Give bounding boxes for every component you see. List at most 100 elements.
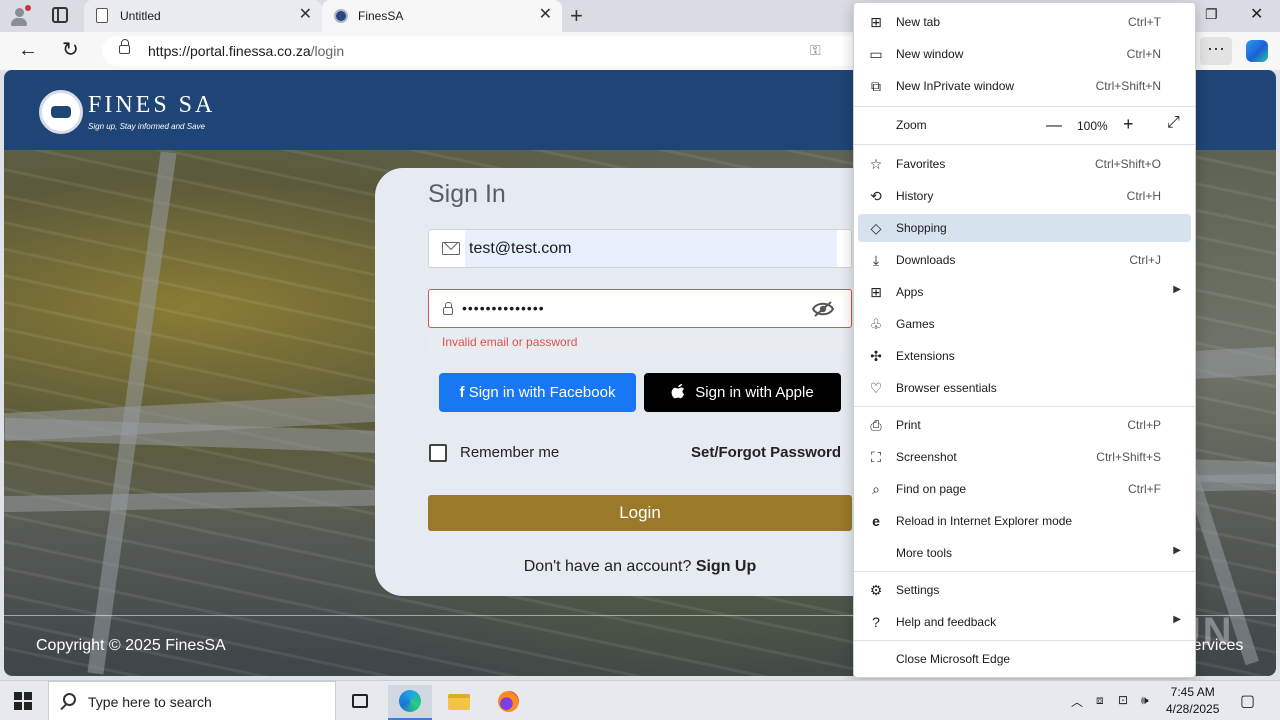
menu-item-label: Settings [896, 583, 940, 597]
menu-item-label: Help and feedback [896, 615, 997, 629]
menu-item-downloads[interactable]: ⤓ Downloads Ctrl+J [858, 246, 1191, 274]
menu-item-shortcut: Ctrl+H [1126, 189, 1161, 203]
set-forgot-password-link[interactable]: Set/Forgot Password [691, 444, 841, 461]
menu-separator [854, 144, 1195, 145]
close-tab-icon[interactable]: ✕ [299, 7, 312, 23]
menu-item-apps[interactable]: ⊞ Apps ▶ [858, 278, 1191, 306]
menu-item-find-on-page[interactable]: ⌕ Find on page Ctrl+F [858, 475, 1191, 503]
menu-item-print[interactable]: ⎙ Print Ctrl+P [858, 411, 1191, 439]
submenu-arrow-icon: ▶ [1173, 284, 1181, 295]
clock[interactable]: 7:45 AM 4/28/2025 [1166, 684, 1219, 718]
window-icon: ▭ [869, 46, 883, 62]
url-text[interactable]: https://portal.finessa.co.za/login [148, 43, 344, 59]
menu-item-favorites[interactable]: ☆ Favorites Ctrl+Shift+O [858, 150, 1191, 178]
network-icon[interactable]: ⊡ [1118, 693, 1128, 707]
menu-item-new-inprivate-window[interactable]: ⧉ New InPrivate window Ctrl+Shift+N [858, 72, 1191, 100]
menu-item-extensions[interactable]: ✣ Extensions [858, 342, 1191, 370]
menu-item-label: Extensions [896, 349, 955, 363]
login-error-message: Invalid email or password [442, 335, 578, 349]
apple-icon [671, 384, 685, 399]
taskbar-search-box[interactable]: Type here to search [48, 681, 336, 720]
menu-item-zoom: Zoom — 100% + ⤢ [858, 111, 1191, 139]
lock-icon[interactable] [119, 39, 130, 54]
finessa-seal-logo[interactable] [39, 90, 83, 134]
login-button[interactable]: Login [428, 495, 852, 531]
submenu-arrow-icon: ▶ [1173, 614, 1181, 625]
tab-untitled[interactable]: Untitled ✕ [84, 0, 322, 32]
menu-item-history[interactable]: ⟲ History Ctrl+H [858, 182, 1191, 210]
menu-item-screenshot[interactable]: ⛶ Screenshot Ctrl+Shift+S [858, 443, 1191, 471]
search-icon [63, 693, 76, 706]
menu-item-label: Print [896, 418, 921, 432]
menu-item-games[interactable]: ♧ Games [858, 310, 1191, 338]
menu-item-more-tools[interactable]: More tools ▶ [858, 539, 1191, 567]
file-explorer-icon[interactable] [437, 685, 481, 720]
site-tagline: Sign up, Stay informed and Save [88, 122, 205, 131]
menu-item-shortcut: Ctrl+J [1129, 253, 1161, 267]
remember-me-label[interactable]: Remember me [460, 444, 559, 461]
sign-up-link[interactable]: Sign Up [696, 558, 756, 575]
notifications-icon[interactable]: ▢ [1240, 691, 1255, 711]
edge-taskbar-icon[interactable] [388, 685, 432, 720]
task-view-icon[interactable] [338, 685, 382, 720]
inprivate-icon: ⧉ [871, 78, 881, 94]
menu-item-shortcut: Ctrl+P [1127, 418, 1161, 432]
copilot-icon[interactable] [1246, 40, 1268, 62]
menu-item-browser-essentials[interactable]: ♡ Browser essentials [858, 374, 1191, 402]
password-field[interactable]: •••••••••••••• [428, 289, 852, 328]
fullscreen-icon[interactable]: ⤢ [1167, 114, 1180, 132]
settings-and-more-button[interactable]: ··· [1200, 37, 1232, 65]
games-icon: ♧ [869, 316, 883, 332]
address-bar[interactable]: https://portal.finessa.co.za/login ⚿ [102, 36, 862, 66]
menu-item-label: Games [896, 317, 935, 331]
remember-me-checkbox[interactable] [429, 444, 447, 462]
profile-avatar-icon[interactable] [8, 5, 31, 27]
menu-item-help-and-feedback[interactable]: ? Help and feedback ▶ [858, 608, 1191, 636]
menu-item-shopping[interactable]: ◇ Shopping [858, 214, 1191, 242]
close-tab-icon[interactable]: ✕ [539, 7, 552, 23]
refresh-icon[interactable]: ↻ [62, 38, 79, 62]
restore-window-icon[interactable]: ❐ [1205, 6, 1218, 23]
menu-item-close-edge[interactable]: Close Microsoft Edge [858, 645, 1191, 673]
menu-item-reload-ie-mode[interactable]: e Reload in Internet Explorer mode [858, 507, 1191, 535]
tab-finessa[interactable]: FinesSA ✕ [322, 0, 562, 32]
menu-item-new-window[interactable]: ▭ New window Ctrl+N [858, 40, 1191, 68]
signup-prompt: Don't have an account? Sign Up [375, 558, 905, 576]
signup-prompt-text: Don't have an account? [523, 558, 692, 575]
volume-icon[interactable]: 🕪 [1141, 693, 1149, 708]
hide-password-eye-icon[interactable] [812, 300, 834, 318]
menu-item-label: New InPrivate window [896, 79, 1015, 93]
menu-item-label: New tab [896, 15, 941, 29]
menu-item-label: Shopping [896, 221, 947, 235]
windows-start-icon[interactable] [14, 692, 32, 710]
email-field[interactable]: test@test.com [428, 229, 852, 268]
close-window-icon[interactable]: ✕ [1250, 4, 1263, 24]
sign-in-with-facebook-button[interactable]: f Sign in with Facebook [439, 373, 636, 412]
site-logo-text[interactable]: FINES SA [88, 92, 215, 119]
menu-item-shortcut: Ctrl+Shift+N [1095, 79, 1161, 93]
sign-in-with-apple-button[interactable]: Sign in with Apple [644, 373, 841, 412]
menu-item-settings[interactable]: ⚙ Settings [858, 576, 1191, 604]
menu-item-new-tab[interactable]: ⊞ New tab Ctrl+T [858, 8, 1191, 36]
chevron-up-icon[interactable]: ︿ [1071, 693, 1083, 710]
tab-title: FinesSA [358, 9, 404, 23]
email-value[interactable]: test@test.com [469, 240, 572, 258]
zoom-in-plus-icon[interactable]: + [1123, 114, 1134, 135]
new-tab-plus-icon[interactable]: + [570, 3, 583, 29]
find-icon: ⌕ [872, 481, 880, 497]
key-icon[interactable]: ⚿ [810, 42, 821, 59]
tab-actions-icon[interactable] [52, 7, 68, 23]
gear-icon: ⚙ [869, 582, 883, 598]
tab-title: Untitled [120, 9, 161, 23]
zoom-out-minus-icon[interactable]: — [1046, 117, 1062, 135]
screenshot-icon: ⛶ [871, 449, 881, 465]
device-icon[interactable]: ⧈ [1096, 693, 1104, 708]
menu-item-label: History [896, 189, 934, 203]
apps-icon: ⊞ [870, 284, 882, 300]
back-arrow-icon[interactable]: ← [18, 38, 38, 62]
search-placeholder: Type here to search [88, 694, 212, 710]
heart-pulse-icon: ♡ [869, 380, 883, 396]
firefox-icon[interactable] [486, 685, 530, 720]
facebook-icon: f [459, 384, 469, 401]
password-value[interactable]: •••••••••••••• [462, 300, 545, 316]
